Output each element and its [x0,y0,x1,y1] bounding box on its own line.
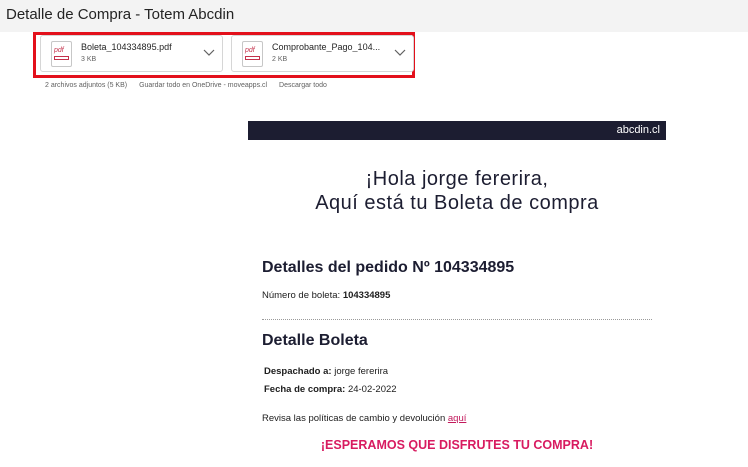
order-title: Detalles del pedido Nº 104334895 [262,259,515,276]
greeting-line-2: Aquí está tu Boleta de compra [315,192,599,214]
shipped-value: jorge fererira [334,366,389,377]
email-header: abcdin.cl [248,121,666,140]
purchase-date: Fecha de compra: 24-02-2022 [264,384,397,395]
policy-line: Revisa las políticas de cambio y devoluc… [262,413,466,424]
window-title: Detalle de Compra - Totem Abcdin [6,6,235,23]
pdf-icon-label: pdf [54,47,64,54]
receipt-value: 104334895 [342,290,391,301]
attachment-name: Boleta_104334895.pdf [81,42,172,52]
attachment-comprobante[interactable]: pdf Comprobante_Pago_104... 2 KB [231,35,414,72]
brand-label: abcdin.cl [616,124,660,136]
attachment-count: 2 archivos adjuntos (5 KB) [45,82,128,89]
save-onedrive-link[interactable]: Guardar todo en OneDrive - moveapps.cl [139,82,267,89]
receipt-label: Número de boleta: [262,290,341,301]
email-body: abcdin.cl ¡Hola jorge fererira, Aquí est… [248,121,666,467]
pdf-icon: pdf [242,41,263,67]
detail-title: Detalle Boleta [262,332,368,349]
pdf-icon: pdf [51,41,72,67]
greeting: ¡Hola jorge fererira, Aquí está tu Bolet… [248,167,666,215]
policy-text: Revisa las políticas de cambio y devoluc… [262,413,446,424]
date-label: Fecha de compra: [264,384,346,395]
title-bar: Detalle de Compra - Totem Abcdin [0,0,748,32]
attachment-actions: 2 archivos adjuntos (5 KB) Guardar todo … [45,82,337,89]
closing-message: ¡ESPERAMOS QUE DISFRUTES TU COMPRA! [320,438,594,452]
chevron-down-icon[interactable] [202,46,216,58]
greeting-line-1: ¡Hola jorge fererira, [365,168,549,190]
receipt-number: Número de boleta: 104334895 [262,290,390,301]
attachment-name: Comprobante_Pago_104... [272,42,381,52]
attachment-size: 3 KB [81,56,97,63]
shipped-to: Despachado a: jorge fererira [264,366,388,377]
policy-link[interactable]: aquí [448,413,467,424]
download-all-link[interactable]: Descargar todo [279,82,327,89]
attachment-size: 2 KB [272,56,288,63]
shipped-label: Despachado a: [264,366,332,377]
chevron-down-icon[interactable] [393,46,407,58]
date-value: 24-02-2022 [347,384,397,395]
pdf-icon-label: pdf [245,47,255,54]
attachment-boleta[interactable]: pdf Boleta_104334895.pdf 3 KB [40,35,223,72]
divider [262,319,652,320]
